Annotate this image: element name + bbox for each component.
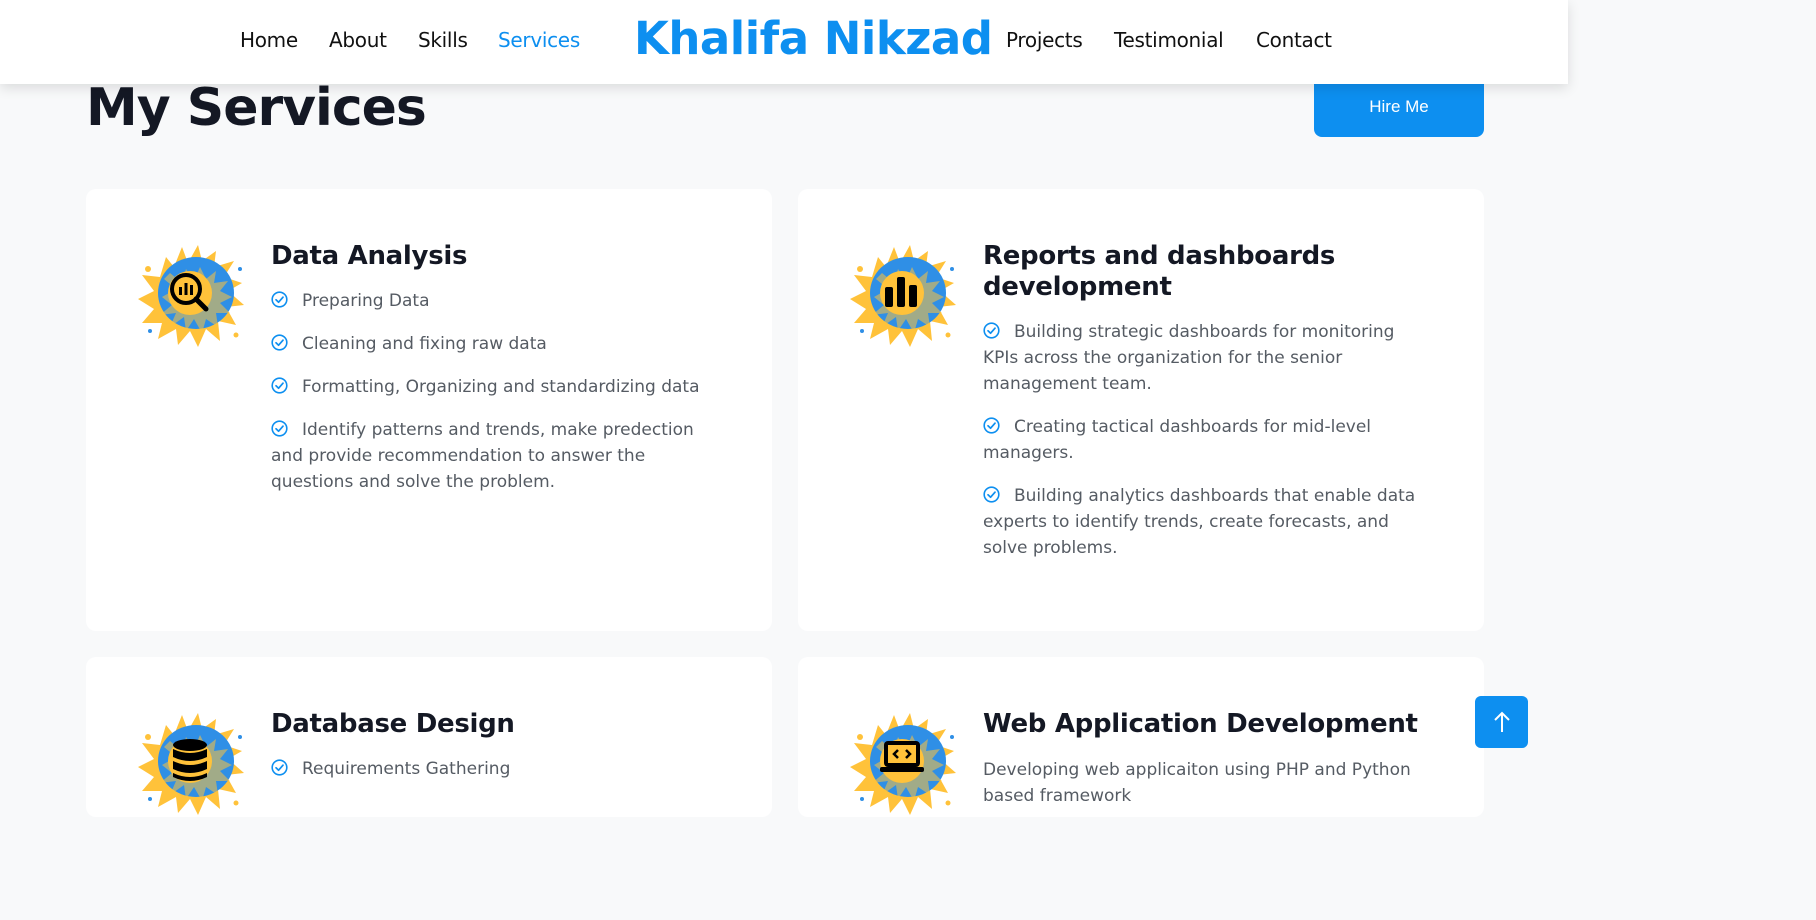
- magnifier-chart-icon: [136, 239, 248, 351]
- list-item: Formatting, Organizing and standardizing…: [271, 374, 731, 400]
- database-icon: [136, 707, 248, 819]
- list-item: Requirements Gathering: [271, 756, 731, 782]
- service-card-data-analysis: Data Analysis Preparing Data Cleaning an…: [86, 189, 772, 631]
- page-title: My Services: [86, 78, 427, 138]
- nav-about[interactable]: About: [329, 28, 387, 52]
- service-card-web-app-development: Web Application Development Developing w…: [798, 657, 1484, 817]
- back-to-top-button[interactable]: [1475, 696, 1528, 748]
- service-card-database-design: Database Design Requirements Gathering: [86, 657, 772, 817]
- nav-services[interactable]: Services: [498, 28, 580, 52]
- site-header: Home About Skills Services Khalifa Nikza…: [0, 0, 1568, 84]
- check-circle-icon: [983, 322, 1000, 339]
- list-item: Creating tactical dashboards for mid-lev…: [983, 417, 1372, 463]
- check-circle-icon: [983, 486, 1000, 503]
- service-title: Web Application Development: [983, 709, 1418, 739]
- bar-chart-icon: [848, 239, 960, 351]
- arrow-up-icon: [1493, 711, 1510, 732]
- check-circle-icon: [271, 291, 288, 308]
- nav-contact[interactable]: Contact: [1256, 28, 1332, 52]
- nav-skills[interactable]: Skills: [418, 28, 468, 52]
- service-description: Developing web applicaiton using PHP and…: [983, 760, 1411, 806]
- nav-home[interactable]: Home: [240, 28, 298, 52]
- check-circle-icon: [983, 417, 1000, 434]
- check-circle-icon: [271, 759, 288, 776]
- list-item: Building analytics dashboards that enabl…: [983, 486, 1416, 558]
- brand-logo[interactable]: Khalifa Nikzad: [634, 12, 993, 65]
- list-item: Building strategic dashboards for monito…: [983, 322, 1395, 394]
- service-list: Preparing Data Cleaning and fixing raw d…: [271, 288, 731, 512]
- service-title: Reports and dashboards development: [983, 241, 1336, 302]
- service-list: Requirements Gathering: [271, 756, 731, 799]
- list-item: Cleaning and fixing raw data: [271, 331, 731, 357]
- laptop-code-icon: [848, 707, 960, 819]
- service-title: Data Analysis: [271, 241, 468, 271]
- check-circle-icon: [271, 334, 288, 351]
- nav-projects[interactable]: Projects: [1006, 28, 1083, 52]
- check-circle-icon: [271, 420, 288, 437]
- service-title: Database Design: [271, 709, 515, 739]
- hire-me-button[interactable]: Hire Me: [1314, 76, 1484, 137]
- check-circle-icon: [271, 377, 288, 394]
- service-list: Building strategic dashboards for monito…: [983, 319, 1433, 578]
- list-item: Preparing Data: [271, 288, 731, 314]
- service-card-reports-dashboards: Reports and dashboards development Build…: [798, 189, 1484, 631]
- nav-testimonial[interactable]: Testimonial: [1114, 28, 1224, 52]
- list-item: Identify patterns and trends, make prede…: [271, 420, 694, 492]
